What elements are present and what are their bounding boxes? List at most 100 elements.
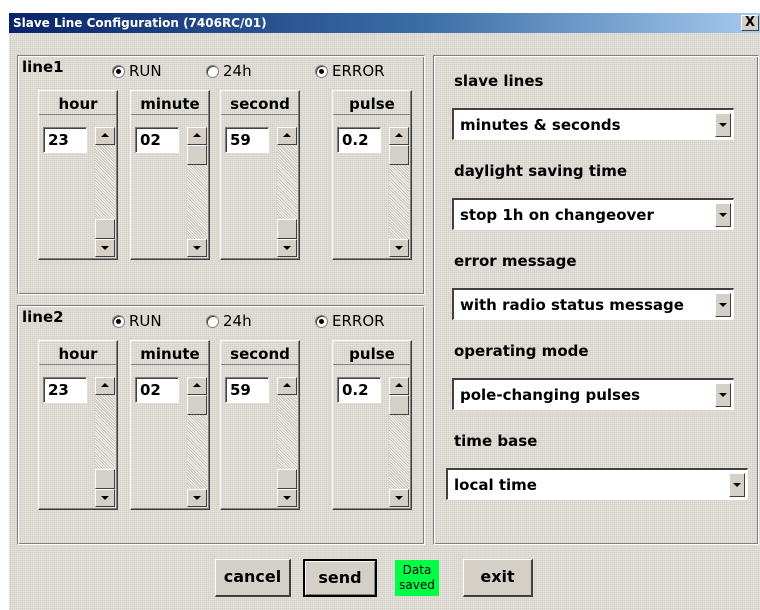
status-line1: Data — [402, 563, 432, 577]
pulse-scrollbar[interactable] — [389, 377, 409, 507]
operating-mode-select[interactable]: pole-changing pulses — [452, 378, 734, 410]
line1-second-column: second 59 — [220, 90, 300, 260]
second-scrollbar[interactable] — [277, 377, 297, 507]
line2-group: line2 RUN 24h ERROR hour 23 minute 02 se… — [17, 305, 425, 545]
config-window: Slave Line Configuration (7406RC/01) X l… — [8, 12, 760, 610]
dropdown-button[interactable] — [715, 383, 731, 407]
radio-label: ERROR — [332, 62, 385, 80]
scroll-thumb[interactable] — [187, 145, 207, 165]
dst-label: daylight saving time — [454, 162, 627, 180]
radio-checked-icon — [315, 64, 328, 78]
pulse-label: pulse — [333, 93, 411, 115]
arrow-down-icon — [101, 246, 109, 250]
line1-24h-radio[interactable]: 24h — [206, 62, 252, 80]
scroll-thumb[interactable] — [95, 469, 115, 489]
scroll-up-button[interactable] — [389, 127, 409, 145]
slave-lines-label: slave lines — [454, 72, 544, 90]
time-base-label: time base — [454, 432, 538, 450]
hour-scrollbar[interactable] — [95, 377, 115, 507]
scroll-down-button[interactable] — [187, 489, 207, 507]
slave-lines-select[interactable]: minutes & seconds — [452, 108, 734, 140]
second-scrollbar[interactable] — [277, 127, 297, 257]
arrow-down-icon — [101, 496, 109, 500]
line2-second-value[interactable]: 59 — [225, 377, 269, 403]
scroll-thumb[interactable] — [277, 219, 297, 239]
radio-unchecked-icon — [206, 314, 219, 328]
line2-minute-column: minute 02 — [130, 340, 210, 510]
time-base-select[interactable]: local time — [446, 468, 748, 500]
hour-label: hour — [39, 93, 117, 115]
line2-pulse-value[interactable]: 0.2 — [337, 377, 381, 403]
line2-hour-column: hour 23 — [38, 340, 118, 510]
settings-panel: slave lines minutes & seconds daylight s… — [433, 55, 759, 545]
scroll-down-button[interactable] — [389, 489, 409, 507]
scroll-up-button[interactable] — [187, 377, 207, 395]
status-line2: saved — [399, 578, 435, 592]
minute-scrollbar[interactable] — [187, 377, 207, 507]
pulse-scrollbar[interactable] — [389, 127, 409, 257]
scroll-down-button[interactable] — [389, 239, 409, 257]
line2-error-radio[interactable]: ERROR — [315, 312, 385, 330]
scroll-thumb[interactable] — [277, 469, 297, 489]
line1-second-value[interactable]: 59 — [225, 127, 269, 153]
scroll-down-button[interactable] — [95, 239, 115, 257]
cancel-button[interactable]: cancel — [215, 559, 291, 597]
scroll-thumb[interactable] — [95, 219, 115, 239]
arrow-up-icon — [193, 383, 201, 387]
radio-unchecked-icon — [206, 64, 219, 78]
line1-pulse-value[interactable]: 0.2 — [337, 127, 381, 153]
error-message-select[interactable]: with radio status message — [452, 288, 734, 320]
dropdown-button[interactable] — [715, 203, 731, 227]
chevron-down-icon — [719, 303, 727, 307]
scroll-up-button[interactable] — [389, 377, 409, 395]
scroll-down-button[interactable] — [277, 239, 297, 257]
radio-label: 24h — [223, 312, 252, 330]
chevron-down-icon — [719, 393, 727, 397]
arrow-up-icon — [395, 383, 403, 387]
dropdown-button[interactable] — [715, 293, 731, 317]
hour-scrollbar[interactable] — [95, 127, 115, 257]
line2-run-radio[interactable]: RUN — [112, 312, 162, 330]
radio-checked-icon — [112, 64, 125, 78]
arrow-up-icon — [101, 133, 109, 137]
line2-hour-value[interactable]: 23 — [43, 377, 87, 403]
scroll-down-button[interactable] — [95, 489, 115, 507]
arrow-up-icon — [101, 383, 109, 387]
line2-minute-value[interactable]: 02 — [135, 377, 179, 403]
scroll-thumb[interactable] — [389, 395, 409, 415]
scroll-up-button[interactable] — [277, 377, 297, 395]
minute-scrollbar[interactable] — [187, 127, 207, 257]
send-button[interactable]: send — [303, 559, 377, 597]
scroll-down-button[interactable] — [187, 239, 207, 257]
scroll-down-button[interactable] — [277, 489, 297, 507]
radio-checked-icon — [315, 314, 328, 328]
radio-label: RUN — [129, 62, 162, 80]
scroll-thumb[interactable] — [187, 395, 207, 415]
arrow-up-icon — [395, 133, 403, 137]
status-badge: Data saved — [395, 560, 439, 596]
line1-minute-value[interactable]: 02 — [135, 127, 179, 153]
scroll-up-button[interactable] — [95, 127, 115, 145]
close-button[interactable]: X — [741, 15, 759, 31]
hour-label: hour — [39, 343, 117, 365]
scroll-up-button[interactable] — [95, 377, 115, 395]
time-base-value: local time — [454, 476, 537, 494]
line1-run-radio[interactable]: RUN — [112, 62, 162, 80]
arrow-up-icon — [283, 133, 291, 137]
exit-button[interactable]: exit — [463, 559, 533, 597]
dst-select[interactable]: stop 1h on changeover — [452, 198, 734, 230]
radio-label: RUN — [129, 312, 162, 330]
line1-error-radio[interactable]: ERROR — [315, 62, 385, 80]
line2-24h-radio[interactable]: 24h — [206, 312, 252, 330]
dropdown-button[interactable] — [729, 473, 745, 497]
line1-hour-column: hour 23 — [38, 90, 118, 260]
dropdown-button[interactable] — [715, 113, 731, 137]
scroll-up-button[interactable] — [187, 127, 207, 145]
line1-minute-column: minute 02 — [130, 90, 210, 260]
radio-label: ERROR — [332, 312, 385, 330]
scroll-thumb[interactable] — [389, 145, 409, 165]
minute-label: minute — [131, 93, 209, 115]
line1-hour-value[interactable]: 23 — [43, 127, 87, 153]
minute-label: minute — [131, 343, 209, 365]
scroll-up-button[interactable] — [277, 127, 297, 145]
